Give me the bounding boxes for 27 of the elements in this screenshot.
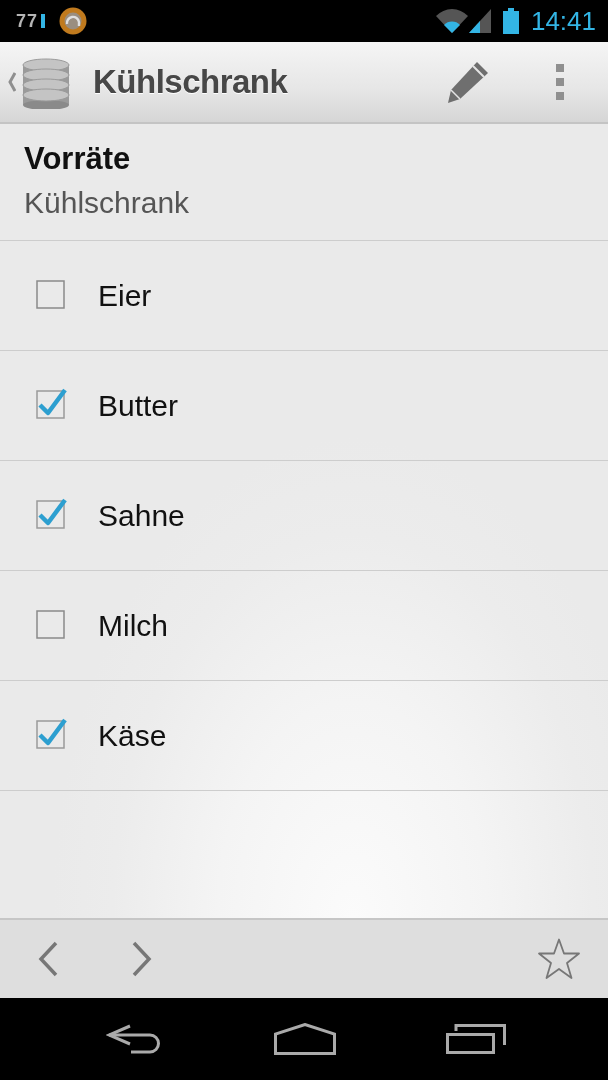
battery-icon [502,8,519,34]
level-bar-icon [41,14,46,28]
signal-icon [468,9,491,33]
pencil-icon[interactable] [446,60,490,104]
chevron-left-icon[interactable] [38,941,58,977]
list-subtitle: Kühlschrank [24,185,190,221]
chevron-right-icon[interactable] [132,941,152,977]
star-icon[interactable] [537,938,581,980]
checkbox[interactable] [36,716,67,749]
item-label: Butter [98,388,179,423]
recent-apps-icon[interactable] [446,1024,506,1054]
app-notification-icon [59,7,88,35]
item-label: Milch [98,608,168,643]
clock: 14:41 [530,5,596,37]
checkbox[interactable] [36,496,67,529]
overflow-menu-icon[interactable] [556,64,564,100]
item-label: Sahne [98,498,185,533]
database-icon[interactable] [22,55,70,109]
item-label: Eier [98,278,152,313]
caret-icon[interactable] [8,72,16,92]
app-title: Kühlschrank [93,63,288,101]
checkbox[interactable] [36,386,67,419]
item-label: Käse [98,718,167,753]
notification-number: 77 [16,10,39,32]
list-title: Vorräte [24,140,131,178]
home-icon[interactable] [274,1023,336,1055]
wifi-icon [435,9,468,33]
